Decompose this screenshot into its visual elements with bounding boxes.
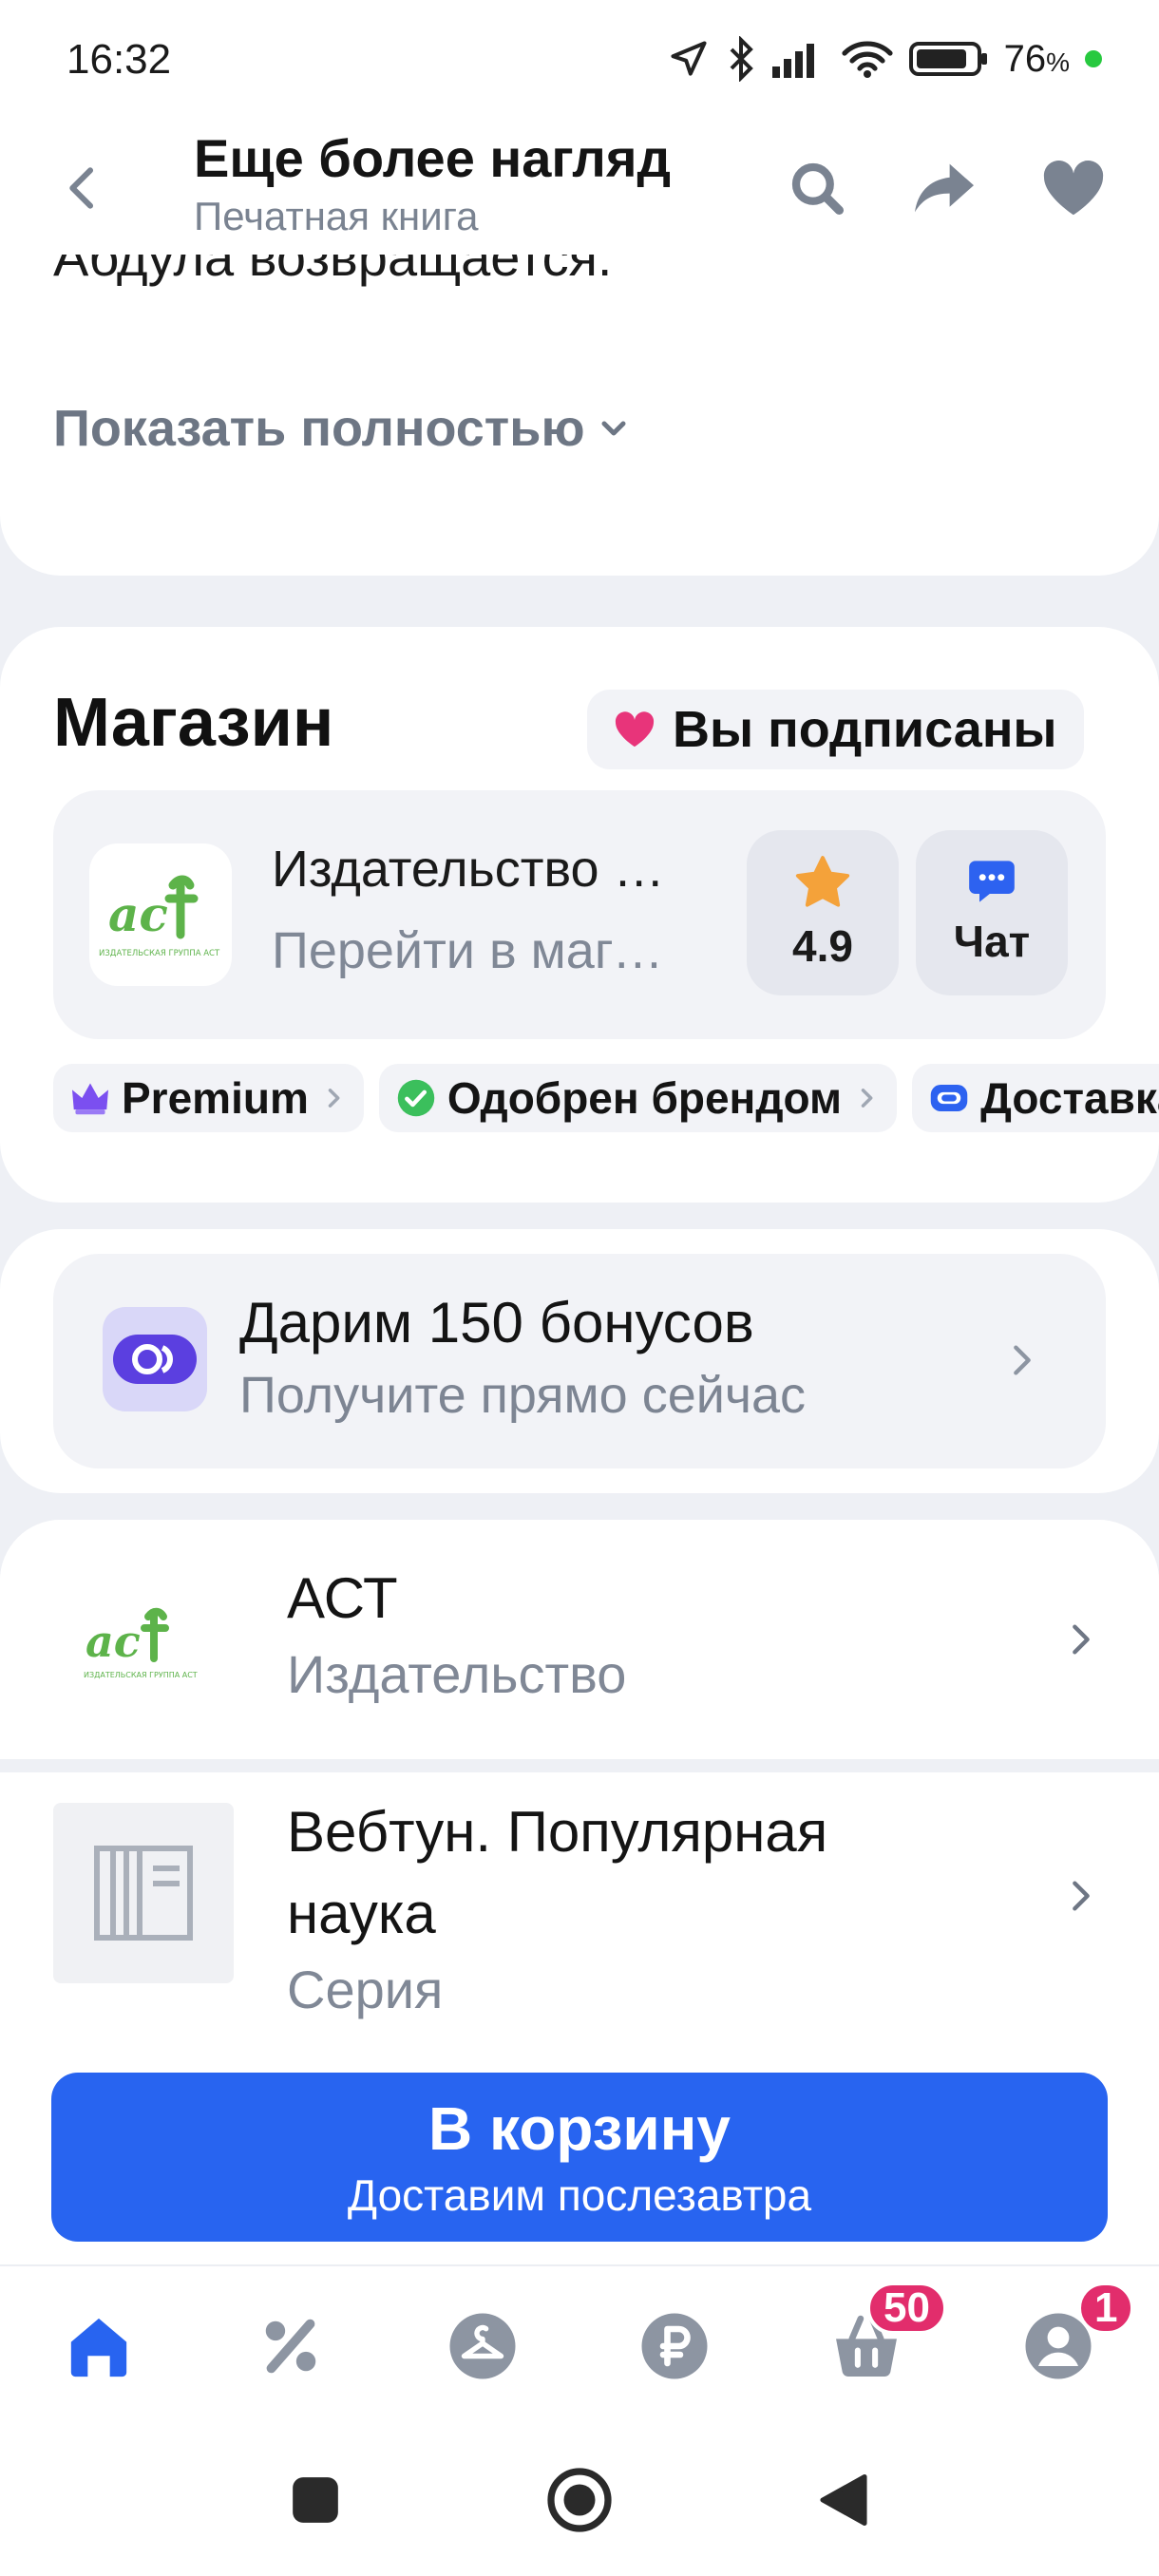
check-circle-icon: [397, 1079, 435, 1117]
subscribed-button[interactable]: Вы подписаны: [587, 690, 1084, 769]
bonus-card: Дарим 150 бонусов Получите прямо сейчас: [0, 1229, 1159, 1493]
tab-catalog[interactable]: [445, 2308, 521, 2384]
description-text: Абдула возвращается.: [53, 255, 613, 287]
bonus-subtitle: Получите прямо сейчас: [239, 1367, 807, 1424]
bluetooth-icon: [730, 36, 753, 82]
battery-icon: [908, 42, 987, 76]
seller-block[interactable]: ac ИЗДАТЕЛЬСКАЯ ГРУППА АСТ Издательство …: [53, 790, 1106, 1039]
list-item-publisher[interactable]: ac ИЗДАТЕЛЬСКАЯ ГРУППА АСТ АСТ Издательс…: [0, 1520, 1159, 1759]
wifi-icon: [841, 41, 893, 78]
chevron-right-icon: [328, 1089, 340, 1108]
product-header: Еще более нагляд Печатная книга: [0, 122, 1159, 255]
description-card: Абдула возвращается. Показать полностью: [0, 255, 1159, 576]
chevron-right-icon: [1073, 1624, 1090, 1655]
svg-text:ac: ac: [86, 1616, 141, 1667]
seller-logo: ac ИЗДАТЕЛЬСКАЯ ГРУППА АСТ: [89, 843, 232, 986]
battery-percent: 76%: [1003, 37, 1070, 80]
crown-icon: [72, 1083, 108, 1115]
triangle-back-icon: [820, 2474, 867, 2526]
bonus-banner[interactable]: Дарим 150 бонусов Получите прямо сейчас: [53, 1254, 1106, 1468]
list-item-series[interactable]: Вебтун. Популярная наука Серия: [0, 1772, 1159, 2023]
back-system-button[interactable]: [806, 2462, 882, 2538]
profile-notification-badge: 1: [1077, 2282, 1135, 2335]
rating-value: 4.9: [792, 921, 853, 971]
bonus-icon: [103, 1307, 207, 1411]
delivery-icon: [930, 1085, 968, 1111]
tab-home[interactable]: [61, 2308, 137, 2384]
heart-icon: [1043, 160, 1104, 216]
add-to-cart-button[interactable]: В корзину Доставим послезавтра: [51, 2073, 1108, 2242]
home-icon: [70, 2318, 127, 2377]
status-bar: 16:32 76%: [0, 0, 1159, 122]
bottom-tab-bar: 50 1: [0, 2264, 1159, 2409]
list-item-subtitle: Издательство: [287, 1644, 627, 1704]
cart-count-badge: 50: [866, 2282, 947, 2335]
subscribed-label: Вы подписаны: [673, 701, 1057, 758]
list-item-title: Вебтун. Популярная наука: [287, 1800, 828, 1945]
badge-delivery[interactable]: Доставка: [912, 1064, 1159, 1132]
privacy-dot: [1085, 50, 1102, 67]
home-system-button[interactable]: [542, 2462, 618, 2538]
delivery-estimate: Доставим послезавтра: [347, 2170, 812, 2220]
list-item-subtitle: Серия: [287, 1960, 444, 2019]
search-icon: [791, 162, 845, 216]
square-icon: [293, 2477, 338, 2523]
heart-icon: [615, 711, 655, 748]
page-subtitle: Печатная книга: [194, 194, 479, 238]
chevron-right-icon: [1014, 1345, 1031, 1375]
book-placeholder-icon: [94, 1846, 193, 1941]
ast-logo-icon: ac ИЗДАТЕЛЬСКАЯ ГРУППА АСТ: [84, 1607, 198, 1679]
show-full-label: Показать полностью: [53, 400, 585, 457]
system-navigation-bar: [0, 2409, 1159, 2576]
location-icon: [671, 41, 707, 76]
svg-text:ac: ac: [108, 886, 168, 942]
seller-name: Издательство АСТ: [272, 841, 680, 898]
badge-label: Premium: [122, 1073, 309, 1123]
ruble-icon: [641, 2313, 708, 2379]
hanger-icon: [449, 2313, 516, 2379]
bonus-title: Дарим 150 бонусов: [239, 1291, 754, 1354]
percent-icon: [265, 2319, 316, 2374]
status-time: 16:32: [66, 36, 172, 83]
search-button[interactable]: [779, 150, 855, 226]
svg-text:ИЗДАТЕЛЬСКАЯ ГРУППА АСТ: ИЗДАТЕЛЬСКАЯ ГРУППА АСТ: [99, 949, 220, 958]
star-icon: [795, 856, 850, 907]
back-arrow-icon[interactable]: [57, 161, 110, 215]
chevron-right-icon: [861, 1089, 873, 1108]
badge-label: Одобрен брендом: [446, 1073, 843, 1123]
rating-tile[interactable]: 4.9: [747, 830, 899, 995]
tab-promotions[interactable]: [253, 2308, 329, 2384]
favorite-button[interactable]: [1036, 150, 1112, 226]
chevron-right-icon: [1073, 1881, 1090, 1911]
ast-logo-icon: ac ИЗДАТЕЛЬСКАЯ ГРУППА АСТ: [99, 875, 220, 958]
add-to-cart-label: В корзину: [428, 2094, 731, 2163]
recent-apps-button[interactable]: [277, 2462, 353, 2538]
chat-tile[interactable]: Чат: [916, 830, 1068, 995]
series-thumbnail: [53, 1803, 234, 1983]
page-title: Еще более нагляд: [194, 128, 672, 188]
store-card: Магазин Вы подписаны ac ИЗДАТЕЛЬСКАЯ ГРУ…: [0, 627, 1159, 1203]
list-divider: [0, 1759, 1159, 1772]
chevron-down-icon: [601, 421, 626, 436]
seller-badges: Premium Одобрен брендом Доставка: [53, 1064, 1159, 1132]
show-full-button[interactable]: Показать полностью: [53, 399, 633, 458]
badge-label: Доставка: [980, 1073, 1159, 1123]
badge-brand-approved[interactable]: Одобрен брендом: [378, 1064, 898, 1132]
status-icons: 76%: [668, 34, 1102, 84]
store-section-title: Магазин: [53, 685, 334, 761]
share-button[interactable]: [906, 150, 982, 226]
tab-finance[interactable]: [636, 2308, 712, 2384]
go-to-store-link[interactable]: Перейти в магазин: [272, 921, 680, 980]
svg-text:ИЗДАТЕЛЬСКАЯ ГРУППА АСТ: ИЗДАТЕЛЬСКАЯ ГРУППА АСТ: [84, 1671, 198, 1679]
signal-icon: [771, 44, 814, 78]
chat-label: Чат: [953, 917, 1031, 966]
badge-premium[interactable]: Premium: [53, 1064, 364, 1132]
chat-icon: [969, 861, 1015, 902]
share-arrow-icon: [915, 163, 974, 213]
circle-icon: [547, 2468, 612, 2532]
list-item-title: АСТ: [287, 1566, 398, 1630]
add-to-cart-bar: В корзину Доставим послезавтра: [0, 2023, 1159, 2264]
